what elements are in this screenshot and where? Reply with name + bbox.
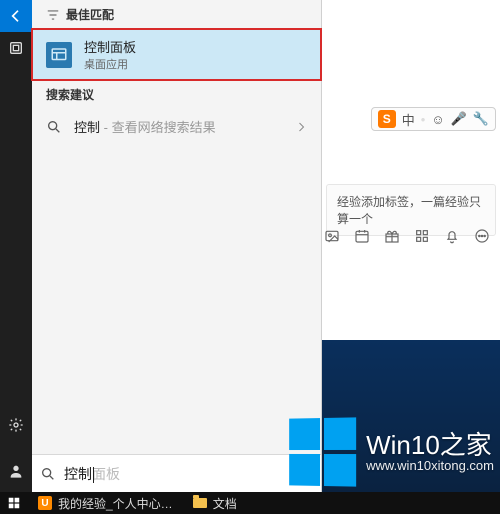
gear-icon <box>8 417 24 433</box>
search-icon <box>46 119 62 135</box>
suggestion-tail: - 查看网络搜索结果 <box>100 120 216 135</box>
control-panel-icon <box>46 42 72 68</box>
page-toolbar <box>324 228 490 244</box>
back-button[interactable] <box>0 0 32 32</box>
start-left-rail <box>0 0 32 492</box>
grid-icon[interactable] <box>414 228 430 244</box>
result-subtitle: 桌面应用 <box>84 56 307 72</box>
suggestion-text: 控制 - 查看网络搜索结果 <box>74 117 283 137</box>
start-button[interactable] <box>0 492 28 514</box>
search-icon <box>40 466 56 482</box>
taskbar-item-label: 我的经验_个人中心… <box>58 495 173 512</box>
taskbar-item-browser[interactable]: U 我的经验_个人中心… <box>28 492 183 514</box>
suggestions-header: 搜索建议 <box>32 80 321 109</box>
result-control-panel[interactable]: 控制面板 桌面应用 <box>32 29 321 80</box>
user-button[interactable] <box>0 455 32 487</box>
watermark-title: Win10之家 <box>366 432 494 459</box>
ime-mic-icon[interactable]: 🎤 <box>451 111 467 127</box>
suggestion-main: 控制 <box>74 120 100 135</box>
user-icon <box>8 463 24 479</box>
taskbar: U 我的经验_个人中心… 文档 <box>0 492 500 514</box>
ime-sep: • <box>421 112 426 127</box>
ime-face-icon[interactable]: ☺ <box>431 112 444 127</box>
search-box[interactable]: 控制面板 控制 <box>32 454 321 492</box>
web-suggestion-row[interactable]: 控制 - 查看网络搜索结果 <box>32 109 321 145</box>
search-results-panel: 最佳匹配 控制面板 桌面应用 搜索建议 控制 - 查看网络搜索结果 控制面板 控… <box>32 0 322 492</box>
search-input-wrapper: 控制面板 控制 <box>62 466 313 482</box>
settings-button[interactable] <box>0 409 32 441</box>
pinned-site-icon <box>8 40 24 56</box>
suggestions-label: 搜索建议 <box>46 86 94 103</box>
best-match-label: 最佳匹配 <box>66 6 114 23</box>
calendar-icon[interactable] <box>354 228 370 244</box>
sogou-logo-icon: S <box>378 110 396 128</box>
folder-icon <box>193 498 207 508</box>
win10-watermark: Win10之家 www.win10xitong.com <box>288 418 494 486</box>
chevron-right-icon <box>295 121 307 133</box>
image-icon[interactable] <box>324 228 340 244</box>
filter-icon <box>46 8 60 22</box>
windows-start-icon <box>7 496 21 510</box>
best-match-header: 最佳匹配 <box>32 0 321 29</box>
taskbar-item-explorer[interactable]: 文档 <box>183 492 247 514</box>
more-icon[interactable] <box>474 228 490 244</box>
result-title: 控制面板 <box>84 37 307 56</box>
back-icon <box>8 8 24 24</box>
result-text: 控制面板 桌面应用 <box>84 37 307 72</box>
ime-lang[interactable]: 中 <box>402 110 415 129</box>
gift-icon[interactable] <box>384 228 400 244</box>
bell-icon[interactable] <box>444 228 460 244</box>
windows-logo-icon <box>289 417 356 486</box>
uc-browser-icon: U <box>38 496 52 510</box>
ime-tool-icon[interactable]: 🔧 <box>473 111 489 127</box>
ime-toolbar[interactable]: S 中 • ☺ 🎤 🔧 <box>371 107 496 131</box>
watermark-url: www.win10xitong.com <box>366 459 494 473</box>
taskbar-item-label: 文档 <box>213 495 237 512</box>
pinned-site-button[interactable] <box>0 32 32 64</box>
